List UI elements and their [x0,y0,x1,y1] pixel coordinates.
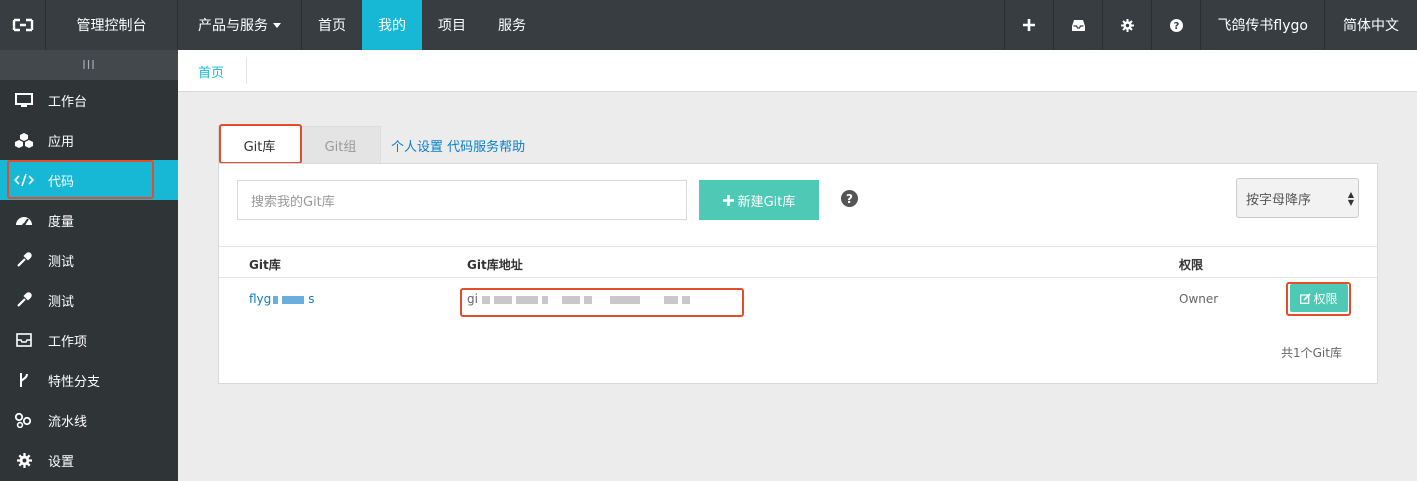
sidebar-item-label: 测试 [48,294,75,310]
sidebar-item-test-2[interactable]: 测试 [0,280,178,320]
redacted [273,295,279,304]
sidebar: III 工作台 应用 代码 度量 测试 测试 工作项 特性分支 流水线 设置 [0,50,178,481]
select-arrows-icon: ▲ ▼ [1347,190,1354,207]
new-repo-button[interactable]: 新建Git库 [699,180,819,220]
redacted [493,295,512,304]
question-icon[interactable]: ? [841,190,858,207]
repo-tabs: Git库 Git组 个人设置 代码服务帮助 [218,125,525,164]
sidebar-item-code[interactable]: 代码 [0,160,178,200]
top-navbar: 管理控制台 产品与服务 首页 我的 项目 服务 ? 飞鸽传书flygo 简体中文 [0,0,1417,50]
sidebar-item-feature-branch[interactable]: 特性分支 [0,360,178,400]
nav-home[interactable]: 首页 [302,0,362,50]
new-repo-label: 新建Git库 [737,194,796,210]
column-header: Git库 [249,258,281,272]
help-links[interactable]: 个人设置 代码服务帮助 [391,126,525,164]
column-header: Git库地址 [467,258,523,272]
svg-text:?: ? [1174,21,1180,32]
plus-icon [722,194,734,206]
search-input[interactable]: 搜索我的Git库 [237,180,687,220]
language-switch[interactable]: 简体中文 [1324,0,1417,50]
sidebar-item-pipeline[interactable]: 流水线 [0,400,178,440]
repo-url: gi [467,292,694,306]
redacted [515,295,538,304]
gear-icon [14,450,34,470]
edit-permission-label: 权限 [1313,291,1338,306]
sidebar-item-label: 工作项 [48,334,88,350]
dashboard-icon [14,210,34,230]
edit-icon [1300,292,1312,304]
tab-git-groups[interactable]: Git组 [301,126,381,164]
gear-icon[interactable] [1102,0,1151,50]
sidebar-item-workitems[interactable]: 工作项 [0,320,178,360]
sidebar-item-label: 设置 [48,454,75,470]
repo-name-suffix: s [308,292,315,306]
repo-name-link[interactable]: flyg s [249,292,315,306]
sidebar-item-apps[interactable]: 应用 [0,120,178,160]
breadcrumb-bar: 首页 [178,50,1417,92]
tab-git-repos[interactable]: Git库 [218,125,301,164]
sidebar-item-label: 度量 [48,214,75,230]
nav-projects[interactable]: 项目 [422,0,482,50]
question-icon[interactable]: ? [1151,0,1200,50]
permission-value: Owner [1179,292,1219,306]
code-icon [14,170,34,190]
chevron-down-icon [273,22,281,28]
redacted [481,295,490,304]
cubes-icon [14,130,34,150]
table-header: Git库 Git库地址 权限 [219,246,1377,278]
edit-permission-button[interactable]: 权限 [1290,284,1348,312]
user-menu[interactable]: 飞鸽传书flygo [1200,0,1324,50]
breadcrumb[interactable]: 首页 [198,62,224,81]
sidebar-item-workbench[interactable]: 工作台 [0,80,178,120]
total-count: 共1个Git库 [1281,346,1342,360]
redacted [609,295,640,304]
inbox-icon [14,330,34,350]
sidebar-item-label: 应用 [48,134,75,150]
sidebar-item-settings[interactable]: 设置 [0,440,178,480]
sidebar-item-label: 流水线 [48,414,88,430]
redacted [681,295,690,304]
monitor-icon [14,90,34,110]
divider [246,58,247,84]
nav-services[interactable]: 服务 [482,0,542,50]
sidebar-toggle[interactable]: III [0,50,178,80]
column-header: 权限 [1179,258,1204,272]
branch-icon [14,370,34,390]
logo-icon[interactable] [0,0,46,50]
repo-url-prefix: gi [467,292,478,306]
redacted [561,295,580,304]
sort-select[interactable]: 按字母降序 ▲ ▼ [1236,178,1359,218]
sidebar-item-label: 代码 [48,174,75,190]
sidebar-item-test-1[interactable]: 测试 [0,240,178,280]
sidebar-item-label: 特性分支 [48,374,101,390]
sidebar-item-metrics[interactable]: 度量 [0,200,178,240]
plus-icon[interactable] [1004,0,1053,50]
sidebar-item-label: 测试 [48,254,75,270]
repo-panel: 搜索我的Git库 新建Git库 ? 按字母降序 ▲ ▼ Git库 Git库地址 权… [218,163,1378,384]
table-row: flyg s gi Owner 权限 [219,278,1377,324]
pipeline-icon [14,410,34,430]
nav-mine[interactable]: 我的 [362,0,422,50]
eyedropper-icon [14,290,34,310]
nav-products-label: 产品与服务 [198,18,268,34]
inbox-icon[interactable] [1053,0,1102,50]
repo-name-prefix: flyg [249,292,272,306]
redacted [663,295,678,304]
redacted [541,295,548,304]
sort-select-value: 按字母降序 [1246,192,1312,208]
sidebar-item-label: 工作台 [48,94,88,110]
console-title[interactable]: 管理控制台 [46,0,178,50]
eyedropper-icon [14,250,34,270]
redacted [583,295,592,304]
nav-products[interactable]: 产品与服务 [178,0,302,50]
redacted [282,295,305,304]
